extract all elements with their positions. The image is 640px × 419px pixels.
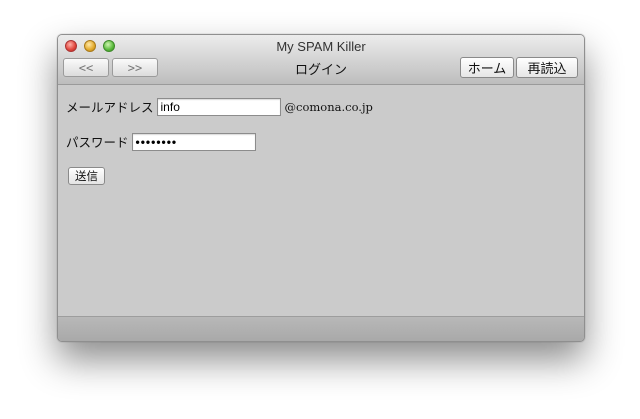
password-row: パスワード •••••••• xyxy=(66,132,256,151)
app-window: My SPAM Killer << >> ログイン ホーム 再読込 メールアドレ… xyxy=(57,34,585,342)
home-button[interactable]: ホーム xyxy=(460,57,514,78)
title-bar: My SPAM Killer << >> ログイン ホーム 再読込 xyxy=(58,35,584,85)
submit-button[interactable]: 送信 xyxy=(68,167,105,185)
email-row: メールアドレス info @comona.co.jp xyxy=(66,97,373,116)
email-label: メールアドレス xyxy=(66,100,154,115)
reload-button[interactable]: 再読込 xyxy=(516,57,578,78)
email-domain-suffix: @comona.co.jp xyxy=(284,99,373,114)
status-bar xyxy=(58,316,584,341)
password-field[interactable]: •••••••• xyxy=(131,132,256,151)
login-form: メールアドレス info @comona.co.jp パスワード •••••••… xyxy=(58,85,584,315)
window-title: My SPAM Killer xyxy=(276,39,366,54)
email-field[interactable]: info xyxy=(156,97,281,116)
password-label: パスワード xyxy=(66,135,129,150)
